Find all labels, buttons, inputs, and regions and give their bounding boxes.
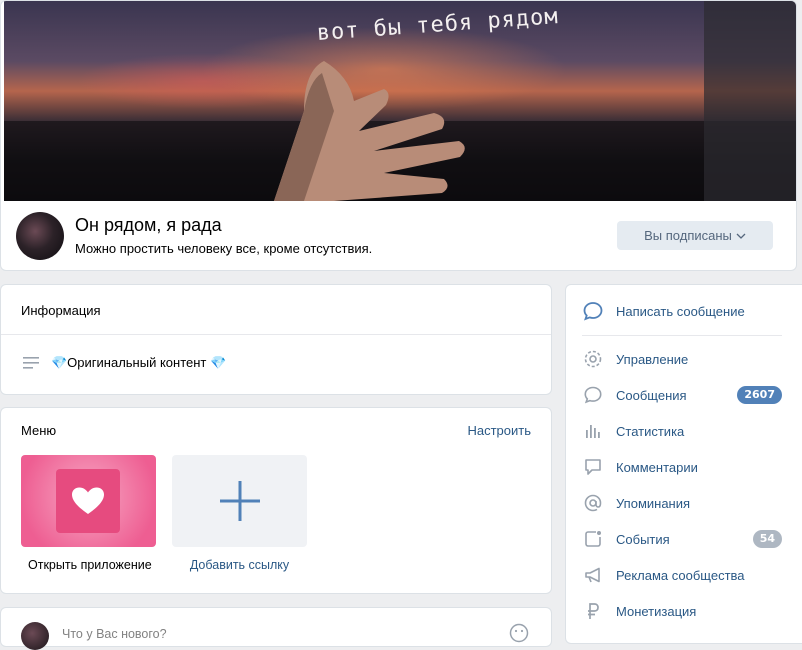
post-author-avatar: [21, 622, 49, 650]
divider: [582, 335, 782, 336]
sidebar-item-label: Реклама сообщества: [616, 567, 745, 583]
sidebar-item-label: Упоминания: [616, 495, 691, 511]
sidebar-item-messages[interactable]: Сообщения 2607: [582, 383, 782, 407]
at-sign-icon: [582, 492, 604, 514]
smile-icon[interactable]: [509, 623, 529, 643]
sidebar-item-mentions[interactable]: Упоминания: [582, 491, 782, 515]
menu-configure-link[interactable]: Настроить: [467, 423, 531, 438]
app-tile-label[interactable]: Открыть приложение: [28, 558, 152, 572]
messages-count-badge: 2607: [737, 386, 782, 404]
events-count-badge: 54: [752, 530, 782, 548]
divider: [1, 334, 551, 335]
write-message-label: Написать сообщение: [616, 303, 745, 319]
gear-icon: [582, 348, 604, 370]
sidebar-item-manage[interactable]: Управление: [582, 347, 782, 371]
menu-block: Меню Настроить Открыть приложение Добави…: [0, 407, 552, 594]
cover-image: вот бы тебя рядом: [4, 1, 796, 201]
event-icon: [582, 528, 604, 550]
sidebar-item-label: Комментарии: [616, 459, 698, 475]
chat-bubble-icon: [582, 384, 604, 406]
app-icon-box: [56, 469, 120, 533]
info-description: 💎Оригинальный контент 💎: [51, 355, 227, 370]
group-status: Можно простить человеку все, кроме отсут…: [75, 241, 373, 256]
ruble-icon: [582, 600, 604, 622]
add-link-label[interactable]: Добавить ссылку: [172, 558, 307, 572]
sidebar-item-comments[interactable]: Комментарии: [582, 455, 782, 479]
heart-icon: [72, 487, 104, 514]
menu-title: Меню: [21, 423, 57, 438]
description-lines-icon: [23, 357, 39, 369]
sidebar-item-monetization[interactable]: Монетизация: [582, 599, 782, 623]
info-block: Информация 💎Оригинальный контент 💎: [0, 284, 552, 395]
sidebar-item-events[interactable]: События 54: [582, 527, 782, 551]
plus-icon: [219, 481, 260, 521]
sidebar-item-label: Статистика: [616, 423, 685, 439]
new-post-box[interactable]: Что у Вас нового?: [0, 607, 552, 650]
app-tile[interactable]: [21, 455, 156, 547]
comment-icon: [582, 456, 604, 478]
group-avatar[interactable]: [16, 212, 64, 260]
subscribed-button[interactable]: Вы подписаны: [617, 221, 773, 250]
info-title: Информация: [21, 303, 101, 318]
add-link-tile[interactable]: [172, 455, 307, 547]
message-bubble-icon: [583, 302, 603, 321]
chevron-down-icon: [736, 233, 746, 239]
sidebar-item-label: Монетизация: [616, 603, 697, 619]
sidebar-item-statistics[interactable]: Статистика: [582, 419, 782, 443]
sidebar-item-label: Сообщения: [616, 387, 687, 403]
sidebar-item-label: События: [616, 531, 670, 547]
subscribed-label: Вы подписаны: [644, 228, 732, 243]
megaphone-icon: [582, 564, 604, 586]
group-name: Он рядом, я рада: [75, 215, 222, 235]
sidebar-item-label: Управление: [616, 351, 689, 367]
stats-bars-icon: [582, 420, 604, 442]
write-message-button[interactable]: Написать сообщение: [582, 301, 745, 321]
group-header: вот бы тебя рядом Он рядом, я рада Можно…: [0, 0, 797, 271]
sidebar-item-ads[interactable]: Реклама сообщества: [582, 563, 782, 587]
admin-sidebar: Написать сообщение Управление Сообщения …: [565, 284, 802, 644]
post-input[interactable]: Что у Вас нового?: [62, 627, 167, 641]
